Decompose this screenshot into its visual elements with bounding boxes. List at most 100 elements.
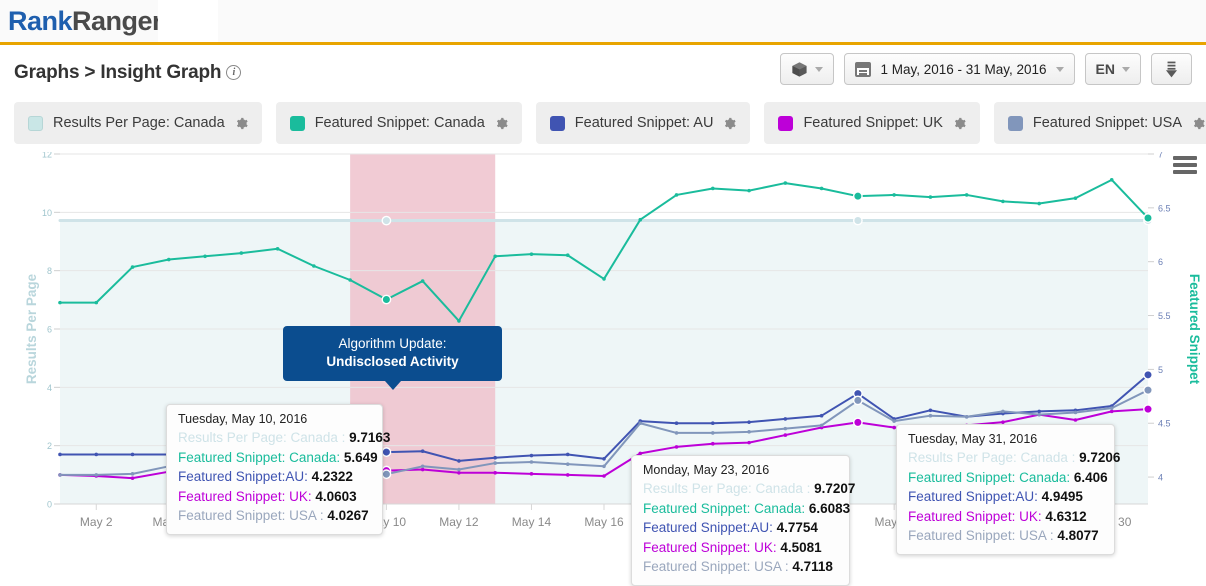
tooltip-row-value: 4.7118 [792,559,833,574]
legend-chip-label: Featured Snippet: Canada [315,115,485,131]
tooltip-row-value: 4.5081 [780,540,821,555]
date-range-label: 1 May, 2016 - 31 May, 2016 [880,62,1046,77]
legend-chip-featured-snippet-uk[interactable]: Featured Snippet: UK [764,102,979,144]
chevron-down-icon [1122,67,1130,72]
hamburger-menu-icon[interactable] [1173,156,1197,177]
svg-text:8: 8 [47,266,52,276]
tooltip-row-label: Featured Snippet: USA : [643,559,789,574]
tooltip-row-label: Featured Snippet:AU: [643,520,773,535]
svg-text:May 14: May 14 [512,515,552,529]
tooltip-row-label: Featured Snippet:AU: [908,489,1038,504]
svg-text:4.5: 4.5 [1158,419,1171,429]
svg-text:May 12: May 12 [439,515,479,529]
tooltip-row-value: 6.6083 [809,501,850,516]
tooltip-row: Featured Snippet: USA : 4.8077 [908,526,1103,546]
annotation-flag[interactable]: Algorithm Update: Undisclosed Activity [283,326,502,381]
color-swatch [550,116,565,131]
language-label: EN [1096,61,1115,77]
svg-text:5: 5 [1158,365,1163,375]
chevron-down-icon [1056,67,1064,72]
gear-icon[interactable] [723,117,736,130]
svg-text:Results Per Page: Results Per Page [24,273,39,384]
tooltip-date: Monday, May 23, 2016 [643,463,838,477]
tooltip-row: Results Per Page: Canada : 9.7207 [643,479,838,499]
tooltip-row-label: Featured Snippet: UK: [643,540,777,555]
annotation-line1: Algorithm Update: [289,335,496,353]
tooltip-row: Featured Snippet: Canada: 5.649 [178,448,371,468]
tooltip-row: Featured Snippet: Canada: 6.6083 [643,499,838,519]
language-selector-button[interactable]: EN [1085,53,1141,85]
tooltip-row-value: 9.7206 [1079,450,1120,465]
tooltip-row-label: Featured Snippet: Canada: [178,450,340,465]
gear-icon[interactable] [495,117,508,130]
legend-chip-label: Featured Snippet: USA [1033,115,1182,131]
tooltip-row-label: Results Per Page: Canada : [178,430,345,445]
tooltip-row-value: 4.2322 [312,469,353,484]
annotation-line2: Undisclosed Activity [289,353,496,371]
tooltip-date: Tuesday, May 31, 2016 [908,432,1103,446]
date-range-button[interactable]: 1 May, 2016 - 31 May, 2016 [844,53,1074,85]
svg-text:6.5: 6.5 [1158,203,1171,213]
gear-icon[interactable] [1192,117,1205,130]
svg-text:May 16: May 16 [584,515,624,529]
legend-chip-featured-snippet-au[interactable]: Featured Snippet: AU [536,102,751,144]
svg-text:12: 12 [42,152,52,160]
tooltip-row-value: 4.6312 [1045,509,1086,524]
tooltip-date: Tuesday, May 10, 2016 [178,412,371,426]
tooltip-row-value: 5.649 [344,450,378,465]
tooltip-row-value: 6.406 [1074,470,1108,485]
svg-text:10: 10 [42,208,52,218]
legend-chip-label: Featured Snippet: AU [575,115,714,131]
gear-icon[interactable] [235,117,248,130]
legend-chip-label: Results Per Page: Canada [53,115,225,131]
tooltip-row-label: Featured Snippet: UK: [908,509,1042,524]
svg-text:May 2: May 2 [80,515,113,529]
tooltip-row-value: 9.7163 [349,430,390,445]
color-swatch [1008,116,1023,131]
download-icon [1162,60,1181,79]
legend-chip-featured-snippet-usa[interactable]: Featured Snippet: USA [994,102,1206,144]
chevron-down-icon [815,67,823,72]
legend-chip-featured-snippet-canada[interactable]: Featured Snippet: Canada [276,102,522,144]
tooltip-row: Featured Snippet: Canada: 6.406 [908,468,1103,488]
tooltip-row-label: Featured Snippet: UK: [178,489,312,504]
tooltip-row: Featured Snippet: USA : 4.0267 [178,506,371,526]
svg-text:4: 4 [1158,473,1163,483]
tooltip-row: Featured Snippet:AU: 4.9495 [908,487,1103,507]
svg-text:6: 6 [1158,257,1163,267]
tooltip-row-value: 4.7754 [777,520,818,535]
tooltip-row: Featured Snippet:AU: 4.2322 [178,467,371,487]
tooltip-row-value: 9.7207 [814,481,855,496]
tooltip-row: Results Per Page: Canada : 9.7163 [178,428,371,448]
info-icon[interactable]: i [226,65,241,80]
calendar-icon [855,62,871,77]
app-logo: RankRanger [8,6,162,37]
tooltip-row-label: Results Per Page: Canada : [908,450,1075,465]
download-button[interactable] [1151,53,1192,85]
cube-icon [791,61,808,78]
toolbar-actions: 1 May, 2016 - 31 May, 2016 EN [780,53,1192,85]
tooltip-row-value: 4.9495 [1042,489,1083,504]
tooltip-row-value: 4.0603 [315,489,356,504]
tooltip-may-10: Tuesday, May 10, 2016 Results Per Page: … [166,404,383,535]
svg-text:6: 6 [47,325,52,335]
tooltip-row-label: Featured Snippet: Canada: [643,501,805,516]
tooltip-row-label: Featured Snippet: USA : [178,508,324,523]
legend-chip-results-per-page-canada[interactable]: Results Per Page: Canada [14,102,262,144]
color-swatch [778,116,793,131]
tooltip-may-23: Monday, May 23, 2016 Results Per Page: C… [631,455,850,586]
svg-text:Featured Snippet: Featured Snippet [1187,274,1202,385]
logo-gap [158,0,218,42]
tooltip-may-31: Tuesday, May 31, 2016 Results Per Page: … [896,424,1115,555]
breadcrumb[interactable]: Graphs > Insight Graph i [14,62,241,84]
svg-text:7: 7 [1158,152,1163,160]
tooltip-row: Featured Snippet: UK: 4.0603 [178,487,371,507]
gear-icon[interactable] [953,117,966,130]
app-header: RankRanger [0,0,1206,45]
series-legend: Results Per Page: Canada Featured Snippe… [0,102,1206,144]
tooltip-row: Featured Snippet: UK: 4.5081 [643,538,838,558]
project-selector-button[interactable] [780,53,834,85]
legend-chip-label: Featured Snippet: UK [803,115,942,131]
page-toolbar-row: Graphs > Insight Graph i 1 May, 2016 - 3… [0,45,1206,100]
page-title: Graphs > Insight Graph [14,62,221,84]
